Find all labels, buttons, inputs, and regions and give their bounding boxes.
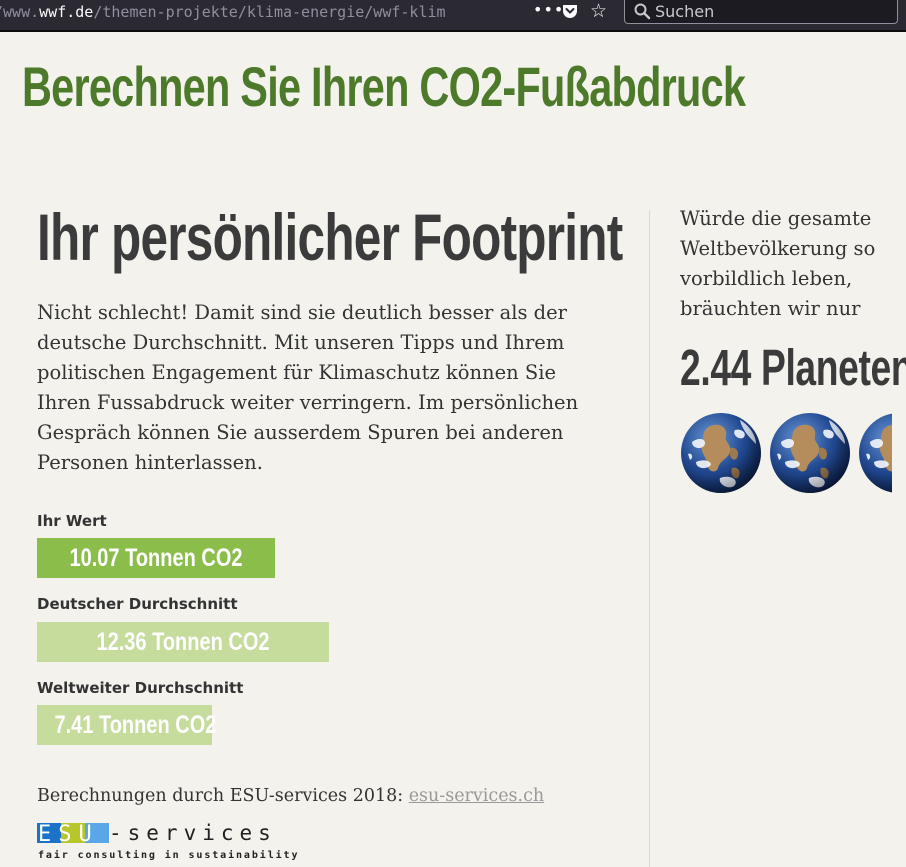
search-input[interactable]: [655, 0, 891, 22]
pocket-icon[interactable]: [562, 3, 578, 19]
credit-line: Berechnungen durch ESU-services 2018: es…: [37, 786, 544, 806]
result-text: Nicht schlecht! Damit sind sie deutlich …: [37, 301, 579, 474]
url-path: /themen-projekte/klima-energie/wwf-klim: [93, 3, 446, 21]
search-icon: [634, 3, 651, 20]
credit-text: Berechnungen durch ESU-services 2018:: [37, 786, 409, 806]
own-value-text: 10.07 Tonnen CO2: [69, 544, 243, 572]
column-divider: [649, 210, 650, 867]
browser-toolbar: /www.wwf.de/themen-projekte/klima-energi…: [0, 0, 906, 32]
esu-logo-letters: ESU: [38, 822, 99, 847]
esu-logo-word: -services: [109, 821, 277, 845]
url-bar[interactable]: /www.wwf.de/themen-projekte/klima-energi…: [0, 0, 522, 24]
bookmark-star-icon[interactable]: ☆: [590, 0, 607, 22]
own-value-bar: 10.07 Tonnen CO2: [37, 538, 275, 578]
own-value-label: Ihr Wert: [37, 512, 107, 530]
esu-services-logo: ESU -services fair consulting in sustain…: [37, 821, 299, 861]
world-average-bar: 7.41 Tonnen CO2: [37, 705, 217, 745]
planet-globes: [680, 412, 892, 494]
earth-icon: [680, 412, 762, 494]
planet-count: 2.44 Planeten: [680, 339, 906, 396]
planets-intro-text: Würde die gesamte Weltbevölkerung so vor…: [680, 207, 876, 320]
world-average-text: 7.41 Tonnen CO2: [54, 711, 217, 739]
footprint-heading: Ihr persönlicher Footprint: [37, 200, 623, 274]
german-average-label: Deutscher Durchschnitt: [37, 595, 238, 613]
more-actions-icon[interactable]: •••: [533, 0, 564, 19]
esu-logo-tagline: fair consulting in sustainability: [38, 849, 299, 861]
url-prefix: /www.: [0, 3, 40, 21]
earth-icon: [858, 412, 892, 494]
search-box[interactable]: [624, 0, 898, 24]
url-host: wwf.de: [39, 3, 94, 21]
page-title: Berechnen Sie Ihren CO2-Fußabdruck: [22, 55, 746, 118]
german-average-text: 12.36 Tonnen CO2: [96, 628, 270, 656]
world-average-label: Weltweiter Durchschnitt: [37, 679, 244, 697]
esu-services-link[interactable]: esu-services.ch: [409, 786, 544, 806]
german-average-bar: 12.36 Tonnen CO2: [37, 622, 329, 662]
earth-icon: [769, 412, 851, 494]
